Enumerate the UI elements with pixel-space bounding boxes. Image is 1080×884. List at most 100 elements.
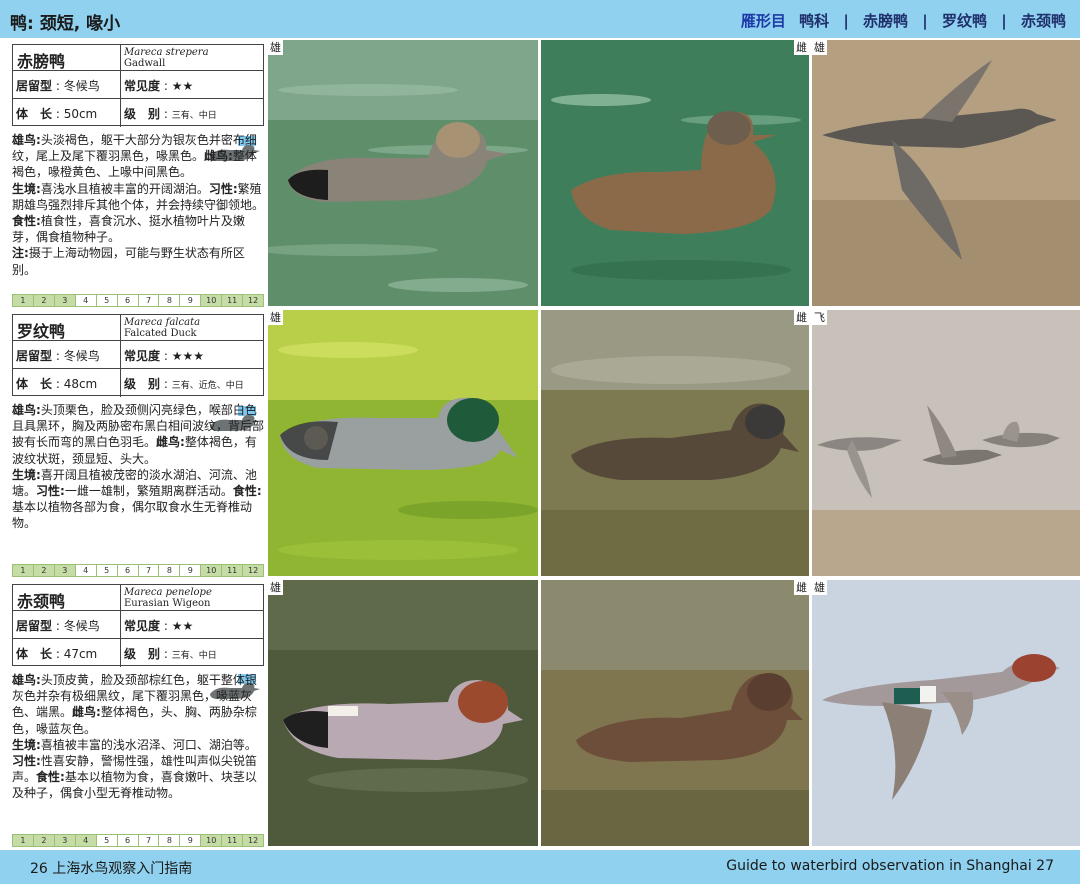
month-cell: 9 xyxy=(180,565,202,576)
photo-flock-flight: 飞 xyxy=(812,310,1080,576)
desc-text: 喜植被丰富的浅水沼泽、河口、湖泊等。 xyxy=(40,737,257,752)
month-cell: 12 xyxy=(243,295,264,306)
photo-tag: 雄 xyxy=(268,580,283,595)
species-name: 赤颈鸭 xyxy=(13,585,121,611)
desc-text: 一雌一雄制，繁殖期离群活动。 xyxy=(64,484,233,499)
photo-female-grass: 雌 xyxy=(541,580,809,846)
month-cell: 9 xyxy=(180,835,202,846)
species-card: 赤颈鸭 Mareca penelope Eurasian Wigeon 居留型 … xyxy=(6,582,264,847)
page-title: 鸭: 颈短, 喙小 xyxy=(10,14,121,34)
month-cell: 11 xyxy=(222,565,244,576)
month-cell: 1 xyxy=(13,295,34,306)
length-label: 体 长 xyxy=(16,107,53,121)
desc-label: 生境: xyxy=(12,467,41,482)
footer-right-page: Guide to waterbird observation in Shangh… xyxy=(726,858,1054,874)
species-info-table: 罗纹鸭 Mareca falcata Falcated Duck 居留型 : 冬… xyxy=(12,314,264,397)
frequency-label: 常见度 xyxy=(124,349,161,363)
month-cell: 3 xyxy=(54,565,76,576)
desc-label: 生境: xyxy=(12,737,41,752)
footer-left-page: 26 上海水鸟观察入门指南 xyxy=(30,861,193,877)
grass-photo xyxy=(541,310,809,576)
desc-label: 雄鸟: xyxy=(12,403,41,417)
residency-value: 冬候鸟 xyxy=(63,349,100,363)
month-cell: 5 xyxy=(96,835,118,846)
month-cell: 12 xyxy=(243,835,264,846)
desc-text: 基本以植物各部为食，偶尔取食水生无脊椎动物。 xyxy=(12,500,253,531)
scientific-name: Mareca falcata xyxy=(124,317,201,328)
desc-label: 习性: xyxy=(36,484,65,499)
species-name: 罗纹鸭 xyxy=(13,315,121,341)
photo-male-flight: 雄 xyxy=(812,40,1080,306)
residency-cell: 居留型 : 冬候鸟 xyxy=(13,341,121,369)
family-label: 鸭科 xyxy=(799,12,830,30)
month-cell: 1 xyxy=(13,835,34,846)
species-tab-1[interactable]: 赤膀鸭 xyxy=(863,12,908,30)
separator: | xyxy=(843,12,849,30)
desc-label: 习性: xyxy=(12,754,41,769)
breadcrumb: 雁形目 鸭科 | 赤膀鸭 | 罗纹鸭 | 赤颈鸭 xyxy=(741,10,1066,31)
frequency-stars: ★★ xyxy=(171,619,194,633)
species-info-table: 赤颈鸭 Mareca penelope Eurasian Wigeon 居留型 … xyxy=(12,584,264,667)
month-cell: 4 xyxy=(75,295,97,306)
residency-label: 居留型 xyxy=(16,79,53,93)
desc-label: 雌鸟: xyxy=(204,149,233,164)
frequency-label: 常见度 xyxy=(124,79,161,93)
desc-label: 雌鸟: xyxy=(156,435,185,450)
month-cell: 8 xyxy=(159,835,181,846)
desc-label: 食性: xyxy=(12,214,41,229)
photo-female-grass: 雌 xyxy=(541,310,809,576)
desc-label: 雌鸟: xyxy=(72,705,101,720)
species-description: 雄鸟:头顶栗色，脸及颈侧闪亮绿色，喉部白色且具黑环，胸及两胁密布黑白相间波纹，背… xyxy=(12,402,264,532)
species-row-eurasian-wigeon: 赤颈鸭 Mareca penelope Eurasian Wigeon 居留型 … xyxy=(0,578,1080,850)
photo-tag: 雄 xyxy=(812,40,827,55)
level-value: 三有、中日 xyxy=(171,651,217,661)
desc-label: 食性: xyxy=(36,770,65,785)
photo-male-flight: 雄 xyxy=(812,580,1080,846)
desc-habitat: 生境:喜浅水且植被丰富的开阔湖泊。 xyxy=(12,182,209,196)
photo-male-swimming: 雄 xyxy=(268,40,538,306)
month-cell: 4 xyxy=(75,565,97,576)
length-value: 48cm xyxy=(63,377,98,391)
month-cell: 3 xyxy=(54,835,76,846)
frequency-stars: ★★★ xyxy=(171,349,204,363)
month-cell: 4 xyxy=(75,835,97,846)
month-cell: 11 xyxy=(222,295,244,306)
species-row-falcated-duck: 罗纹鸭 Mareca falcata Falcated Duck 居留型 : 冬… xyxy=(0,308,1080,578)
level-label: 级 别 xyxy=(124,377,161,391)
month-cell: 1 xyxy=(13,565,34,576)
month-cell: 5 xyxy=(96,295,118,306)
scientific-name: Mareca strepera xyxy=(124,47,209,58)
desc-note: 注:摄于上海动物园，可能与野生状态有所区别。 xyxy=(12,246,245,276)
month-cell: 12 xyxy=(243,565,264,576)
desc-label: 习性: xyxy=(208,181,238,196)
separator: | xyxy=(922,12,928,30)
month-calendar: 1 2 3 4 5 6 7 8 9 10 11 12 xyxy=(12,564,264,577)
month-cell: 9 xyxy=(180,295,202,306)
desc-food: 食性:基本以植物为食，喜食嫩叶、块茎以及种子，偶食小型无脊椎动物。 xyxy=(12,770,257,800)
month-calendar: 1 2 3 4 5 6 7 8 9 10 11 12 xyxy=(12,294,264,307)
month-cell: 10 xyxy=(201,295,223,306)
level-label: 级 别 xyxy=(124,647,161,661)
photo-male-swimming: 雄 xyxy=(268,310,538,576)
photo-male-swimming: 雄 xyxy=(268,580,538,846)
scientific-name: Mareca penelope xyxy=(124,587,212,598)
photo-female-swimming: 雌 xyxy=(541,40,809,306)
frequency-stars: ★★ xyxy=(171,79,194,93)
residency-cell: 居留型 : 冬候鸟 xyxy=(13,71,121,99)
month-cell: 6 xyxy=(117,835,139,846)
species-tab-2[interactable]: 罗纹鸭 xyxy=(942,12,987,30)
page-footer: 26 上海水鸟观察入门指南 Guide to waterbird observa… xyxy=(0,850,1080,884)
photo-tag: 雌 xyxy=(794,580,809,595)
frequency-cell: 常见度 : ★★ xyxy=(121,71,263,99)
sky-photo xyxy=(812,580,1080,846)
english-name: Falcated Duck xyxy=(124,328,197,339)
desc-habit: 习性:一雌一雄制，繁殖期离群活动。 xyxy=(36,484,233,498)
species-tab-3[interactable]: 赤颈鸭 xyxy=(1021,12,1066,30)
desc-text: 摄于上海动物园，可能与野生状态有所区别。 xyxy=(12,246,245,277)
month-cell: 7 xyxy=(138,835,160,846)
level-cell: 级 别 : 三有、中日 xyxy=(124,647,217,661)
english-name: Eurasian Wigeon xyxy=(124,598,211,609)
frequency-cell: 常见度 : ★★★ xyxy=(121,341,263,369)
sky-photo xyxy=(812,310,1080,576)
species-card: 罗纹鸭 Mareca falcata Falcated Duck 居留型 : 冬… xyxy=(6,312,264,577)
